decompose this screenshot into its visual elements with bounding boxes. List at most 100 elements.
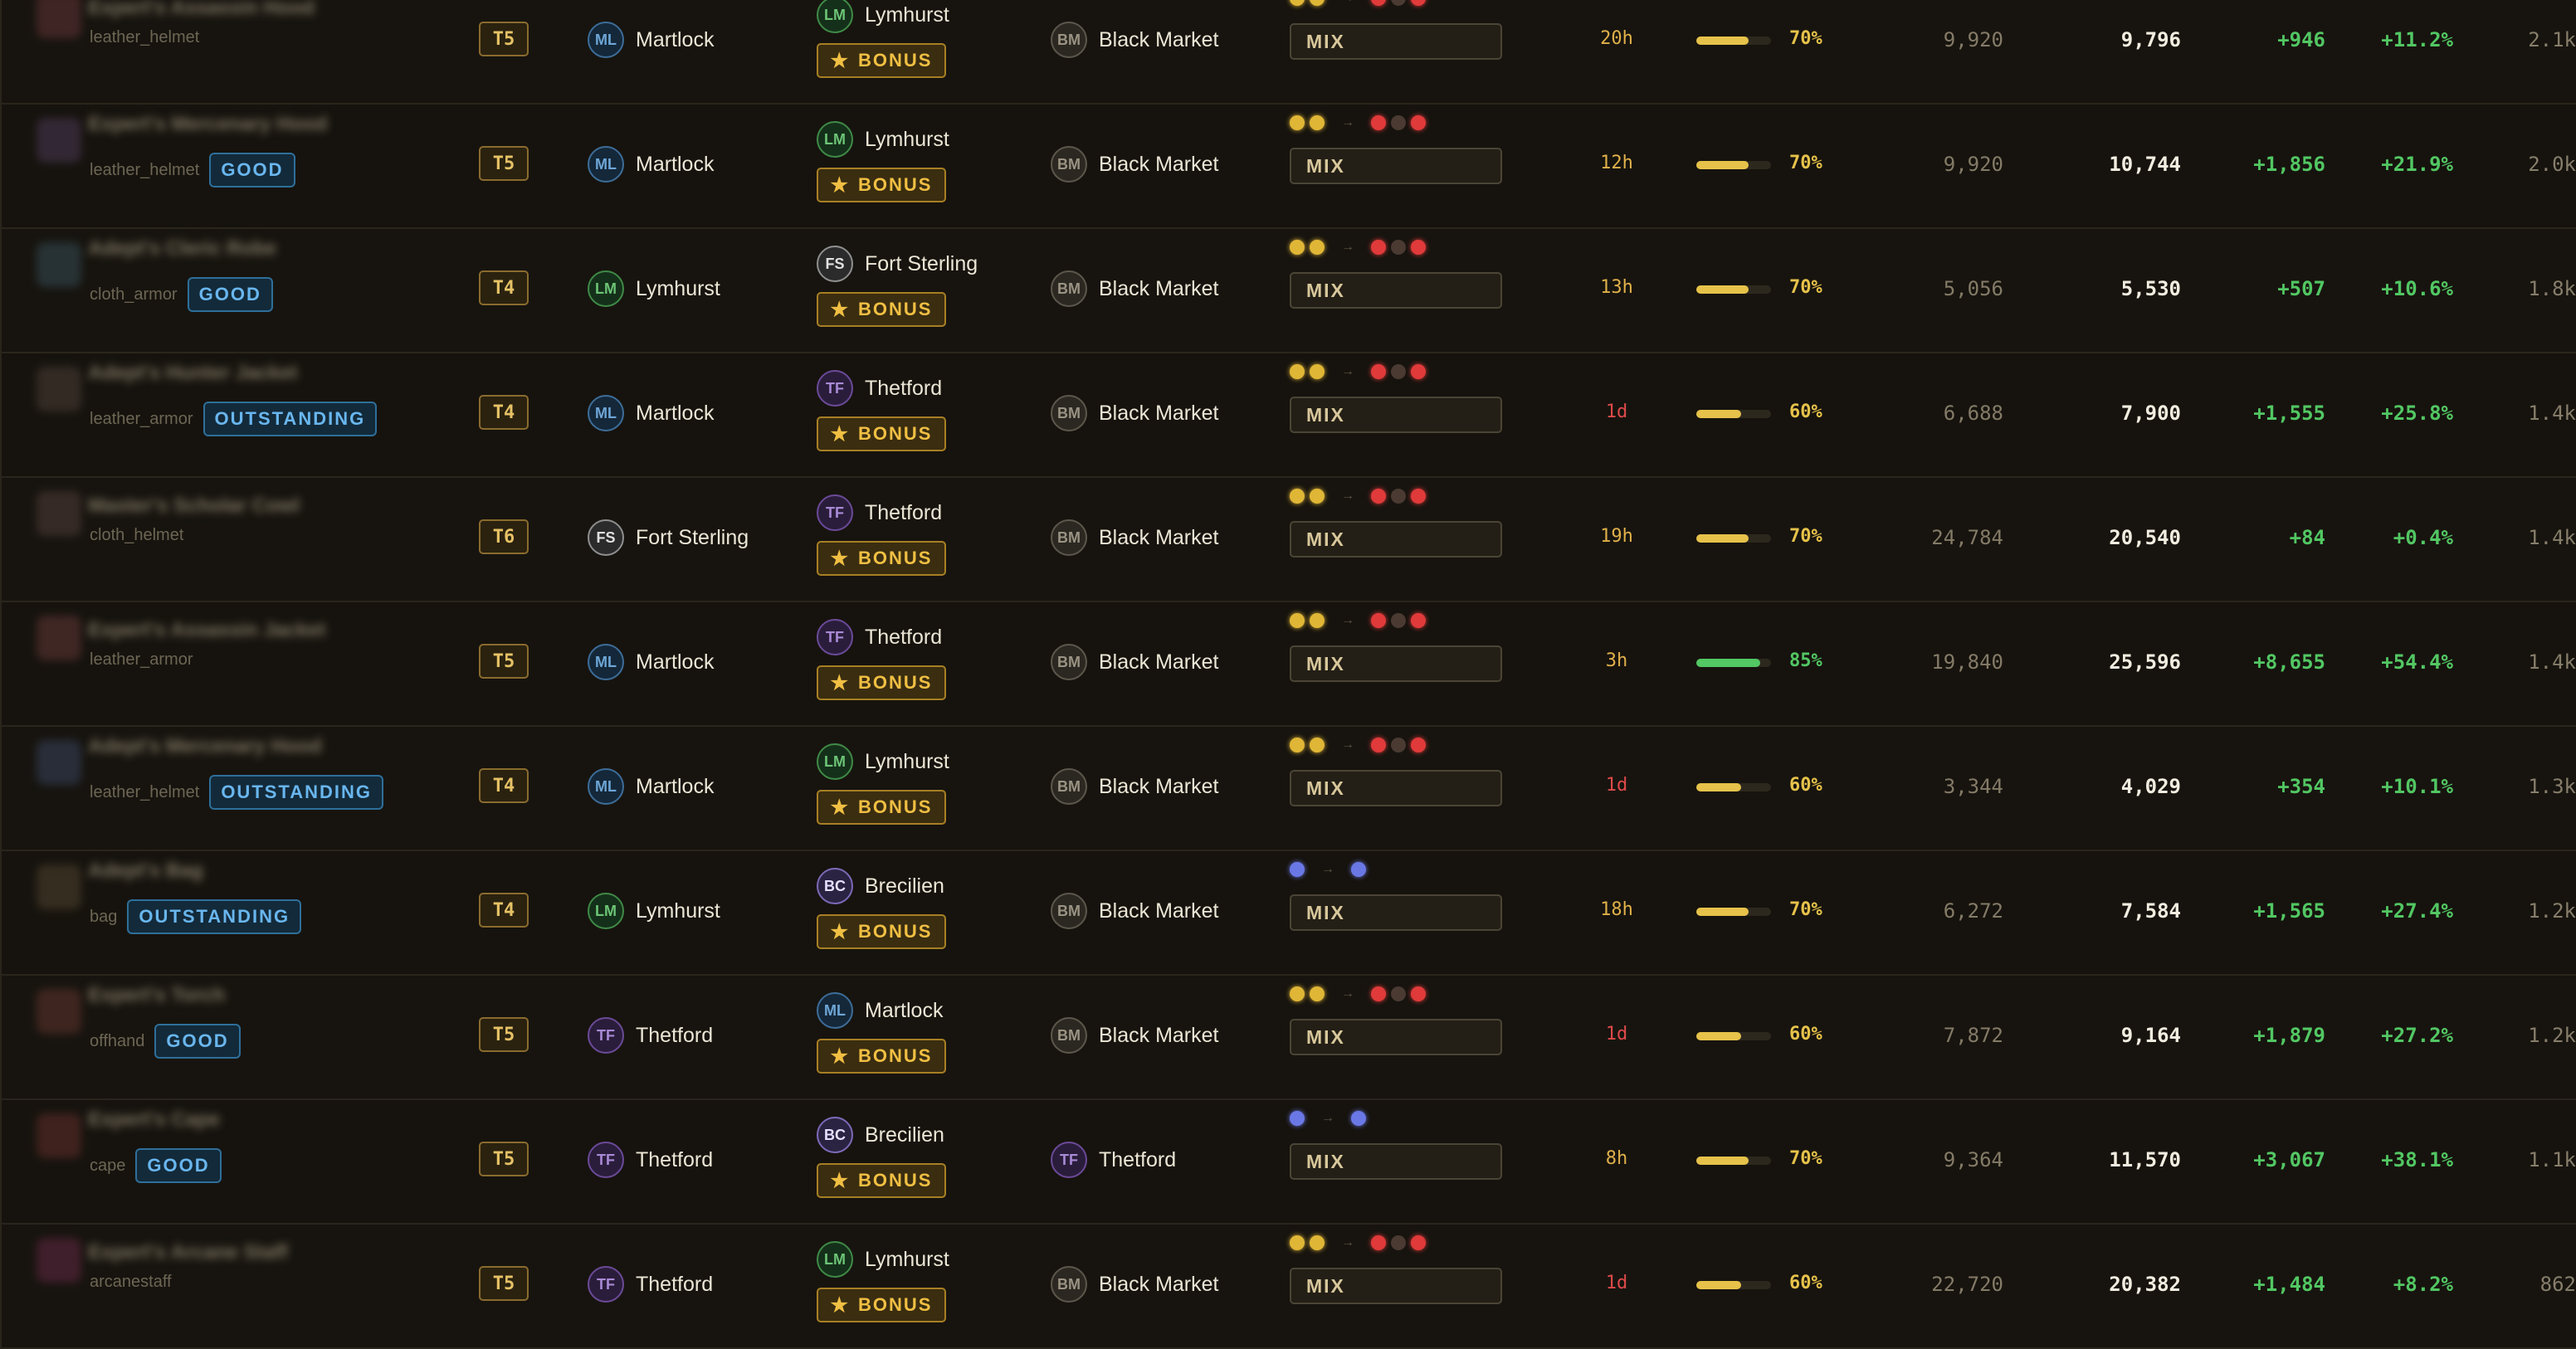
craft-city[interactable]: BC Brecilien [817,1117,944,1153]
buy-city[interactable]: ML Martlock [588,768,714,805]
profit: +1,555 [2253,402,2325,425]
profit: +1,856 [2253,153,2325,176]
sell-city[interactable]: BM Black Market [1051,644,1218,680]
bonus-label: BONUS [858,423,933,444]
table-row[interactable]: Expert's Assassin Hood leather_helmet T5 ML… [0,0,2576,105]
craft-city[interactable]: LM Lymhurst [817,1241,949,1278]
confidence-percent: 70% [1789,1148,1822,1169]
item-name: Expert's Cape [88,1108,221,1131]
item-name: Expert's Assassin Hood [88,0,315,19]
mix-button[interactable]: MIX [1290,272,1502,309]
buy-city[interactable]: ML Martlock [588,22,714,58]
buy-city[interactable]: FS Fort Sterling [588,519,749,556]
buy-city[interactable]: ML Martlock [588,146,714,183]
arrow-icon: → [1341,364,1354,378]
table-row[interactable]: Expert's Torch offhand GOOD T5 TF Thetford ML M… [0,976,2576,1100]
craft-city[interactable]: TF Thetford [817,370,942,407]
status-dot [1290,364,1305,379]
table-row[interactable]: Adept's Bag bag OUTSTANDING T4 LM Lymhurst BC B… [0,851,2576,976]
mix-button[interactable]: MIX [1290,645,1502,682]
item-type: cloth_helmet [90,526,184,544]
sell-price: 9,164 [2120,1024,2181,1047]
city-badge-icon: BM [1051,22,1087,58]
sell-city-name: Black Market [1099,1023,1219,1047]
craft-city[interactable]: LM Lymhurst [817,0,949,33]
city-badge-icon: LM [817,743,853,780]
mix-button[interactable]: MIX [1290,1143,1502,1180]
table-row[interactable]: Master's Scholar Cowl cloth_helmet T6 FS For… [0,478,2576,602]
item-subline: offhand GOOD [90,1024,241,1059]
sell-city[interactable]: BM Black Market [1051,270,1218,307]
mix-button[interactable]: MIX [1290,1019,1502,1055]
sell-city[interactable]: BM Black Market [1051,893,1218,929]
margin-percent: +11.2% [2381,28,2453,51]
buy-city[interactable]: TF Thetford [588,1266,713,1303]
mix-button[interactable]: MIX [1290,148,1502,184]
confidence-bar [1696,410,1771,418]
mix-button[interactable]: MIX [1290,397,1502,433]
sell-city[interactable]: BM Black Market [1051,768,1218,805]
craft-city[interactable]: TF Thetford [817,619,942,655]
craft-city-name: Lymhurst [865,2,949,27]
tier-badge: T6 [479,519,529,554]
sell-city[interactable]: BM Black Market [1051,1266,1218,1303]
status-dot [1290,1111,1305,1126]
buy-city-name: Lymhurst [636,276,720,300]
sell-city[interactable]: BM Black Market [1051,22,1218,58]
buy-price: 9,920 [1943,153,2003,176]
buy-city[interactable]: TF Thetford [588,1142,713,1178]
mix-button[interactable]: MIX [1290,521,1502,558]
mix-button[interactable]: MIX [1290,1268,1502,1304]
mix-button[interactable]: MIX [1290,23,1502,60]
buy-city-name: Thetford [636,1272,714,1296]
sell-city-name: Black Market [1099,401,1219,425]
buy-price: 6,272 [1943,899,2003,923]
city-badge-icon: BM [1051,893,1087,929]
buy-city[interactable]: TF Thetford [588,1017,713,1054]
buy-city[interactable]: ML Martlock [588,644,714,680]
craft-city-name: Thetford [865,625,943,649]
table-row[interactable]: Adept's Cleric Robe cloth_armor GOOD T4 LM Ly… [0,229,2576,353]
bonus-badge: ★ BONUS [817,43,946,78]
sell-price: 7,900 [2120,402,2181,425]
craft-city[interactable]: FS Fort Sterling [817,246,978,282]
item-thumbnail [37,491,81,536]
city-badge-icon: TF [817,370,853,407]
table-row[interactable]: Expert's Cape cape GOOD T5 TF Thetford BC Breci… [0,1100,2576,1225]
craft-city[interactable]: LM Lymhurst [817,743,949,780]
sell-city[interactable]: TF Thetford [1051,1142,1176,1178]
table-row[interactable]: Expert's Assassin Jacket leather_armor T5 M… [0,602,2576,727]
margin-percent: +10.6% [2381,277,2453,300]
buy-city-name: Martlock [636,774,715,798]
table-row[interactable]: Adept's Mercenary Hood leather_helmet OUTS… [0,727,2576,851]
sell-city[interactable]: BM Black Market [1051,146,1218,183]
confidence-bar [1696,1157,1771,1165]
sell-city[interactable]: BM Black Market [1051,519,1218,556]
craft-city[interactable]: TF Thetford [817,494,942,531]
buy-city[interactable]: ML Martlock [588,395,714,431]
table-row[interactable]: Adept's Hunter Jacket leather_armor OUTSTA… [0,353,2576,478]
table-row[interactable]: Expert's Mercenary Hood leather_helmet GOO… [0,105,2576,229]
bonus-label: BONUS [858,796,933,817]
data-age: 8h [1605,1148,1628,1169]
margin-percent: +54.4% [2381,650,2453,674]
data-age: 18h [1600,899,1633,920]
item-thumbnail [37,0,81,38]
mix-button[interactable]: MIX [1290,894,1502,931]
status-dot [1411,489,1426,504]
item-type: arcanestaff [90,1273,172,1291]
craft-city[interactable]: ML Martlock [817,992,943,1029]
craft-city[interactable]: LM Lymhurst [817,121,949,158]
table-row[interactable]: Expert's Arcane Staff arcanestaff T5 TF Thet… [0,1225,2576,1349]
city-badge-icon: BC [817,868,853,904]
buy-city[interactable]: LM Lymhurst [588,893,720,929]
craft-city[interactable]: BC Brecilien [817,868,944,904]
item-type: cape [90,1156,126,1175]
buy-city[interactable]: LM Lymhurst [588,270,720,307]
sell-city[interactable]: BM Black Market [1051,1017,1218,1054]
bonus-label: BONUS [858,1045,933,1066]
item-type: leather_helmet [90,160,200,179]
mix-button[interactable]: MIX [1290,770,1502,806]
sell-city[interactable]: BM Black Market [1051,395,1218,431]
status-dot [1310,240,1325,255]
